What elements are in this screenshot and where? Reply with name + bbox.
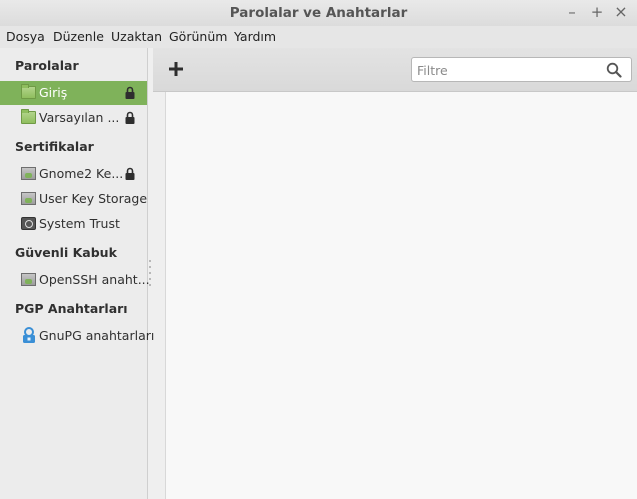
add-button[interactable] — [166, 59, 186, 79]
window-title: Parolalar ve Anahtarlar — [229, 5, 408, 21]
sidebar: Parolalar Giriş Varsayılan ... Sertifika… — [0, 48, 154, 499]
gnupg-icon — [22, 327, 36, 344]
filter-input[interactable] — [417, 61, 597, 79]
minimize-button[interactable]: – — [563, 3, 581, 21]
sidebar-item-system-trust[interactable]: System Trust — [0, 212, 147, 236]
search-icon[interactable] — [606, 62, 622, 78]
sidebar-item-label: OpenSSH anaht... — [39, 272, 150, 287]
lock-icon[interactable] — [125, 86, 135, 99]
sidebar-item-giris[interactable]: Giriş — [0, 81, 147, 105]
section-title-sertifikalar: Sertifikalar — [15, 139, 94, 154]
maximize-button[interactable]: + — [588, 3, 606, 21]
sidebar-item-openssh[interactable]: OpenSSH anaht... — [0, 268, 150, 292]
toolbar — [153, 48, 637, 92]
close-button[interactable]: × — [612, 3, 630, 21]
sidebar-item-gnome2-keyring[interactable]: Gnome2 Ke... — [0, 162, 147, 186]
sidebar-item-user-key-storage[interactable]: User Key Storage — [0, 187, 147, 211]
pane-splitter-handle[interactable] — [148, 260, 153, 290]
menu-gorunum[interactable]: Görünüm — [169, 29, 227, 44]
app-window: Parolalar ve Anahtarlar – + × Dosya Düze… — [0, 0, 637, 499]
menu-duzenle[interactable]: Düzenle — [53, 29, 104, 44]
keyring-icon — [21, 192, 36, 205]
folder-icon — [21, 109, 36, 124]
plus-icon — [169, 62, 183, 76]
sidebar-item-label: Gnome2 Ke... — [39, 166, 124, 181]
folder-icon — [21, 84, 36, 99]
title-bar[interactable]: Parolalar ve Anahtarlar – + × — [0, 0, 637, 26]
keyring-icon — [21, 167, 36, 180]
menu-yardim[interactable]: Yardım — [234, 29, 276, 44]
keyring-icon — [21, 273, 36, 286]
menu-bar: Dosya Düzenle Uzaktan Görünüm Yardım — [0, 26, 637, 48]
sidebar-item-label: User Key Storage — [39, 191, 148, 206]
sidebar-item-gnupg[interactable]: GnuPG anahtarları — [0, 324, 154, 348]
sidebar-item-label: Giriş — [39, 85, 68, 100]
section-title-parolalar: Parolalar — [15, 58, 79, 73]
sidebar-item-varsayilan[interactable]: Varsayılan ... — [0, 106, 147, 130]
sidebar-item-label: Varsayılan ... — [39, 110, 120, 125]
system-trust-icon — [21, 217, 36, 230]
item-list-pane[interactable] — [165, 92, 637, 499]
sidebar-item-label: System Trust — [39, 216, 120, 231]
filter-field[interactable] — [411, 57, 632, 82]
section-title-guvenli-kabuk: Güvenli Kabuk — [15, 245, 117, 260]
lock-icon[interactable] — [125, 167, 135, 180]
section-title-pgp: PGP Anahtarları — [15, 301, 128, 316]
sidebar-item-label: GnuPG anahtarları — [39, 328, 155, 343]
lock-icon[interactable] — [125, 111, 135, 124]
menu-dosya[interactable]: Dosya — [6, 29, 45, 44]
menu-uzaktan[interactable]: Uzaktan — [111, 29, 162, 44]
